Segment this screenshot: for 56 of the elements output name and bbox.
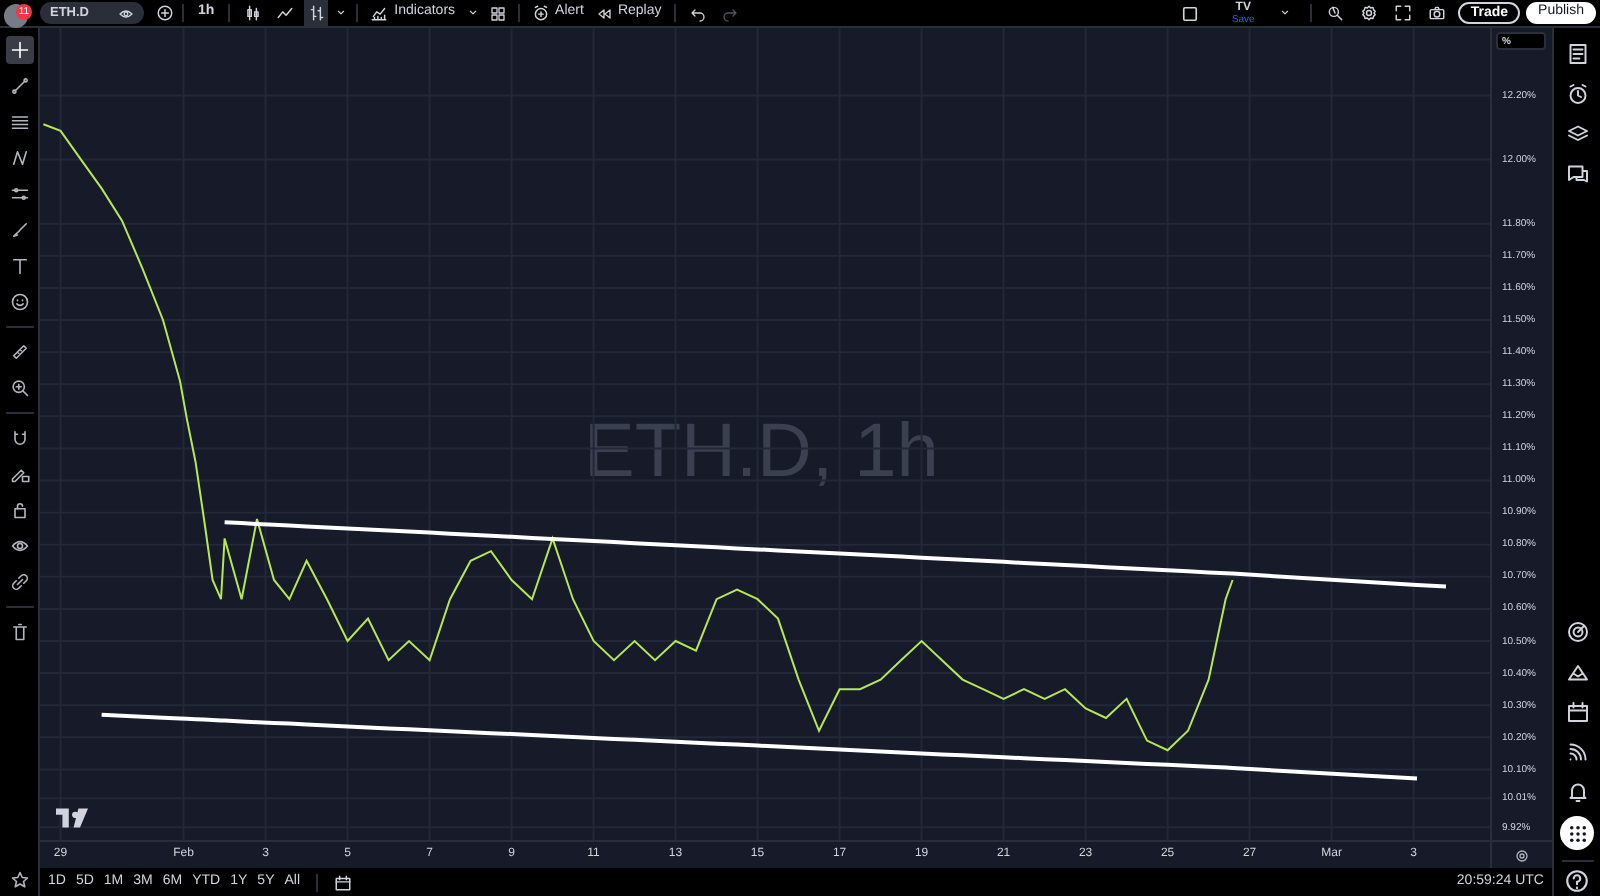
chart-type-button[interactable] [304,0,329,26]
chevron-down-icon[interactable] [1278,6,1293,20]
indicators-icon [370,4,389,22]
magnifier-icon[interactable] [1326,4,1345,22]
alarm-clock-icon [531,4,550,22]
brush-icon [9,220,29,240]
trend-line-icon [9,76,29,96]
calendar-icon[interactable] [334,873,353,891]
undo-icon[interactable] [689,5,706,21]
redo-icon[interactable] [721,5,738,21]
zigzag-icon [9,148,29,168]
fullscreen-icon[interactable] [1394,4,1413,22]
trash-icon [9,622,29,642]
add-icon [155,4,173,22]
zoom-in-icon [9,378,29,398]
link-icon [9,572,29,592]
horizontal-lines-icon [9,112,29,132]
chat-icon[interactable] [1565,162,1589,186]
bell-icon[interactable] [1565,780,1589,804]
bars-icon [307,4,326,22]
settings-icon[interactable] [1514,847,1530,863]
text-tool-icon [9,256,29,276]
logo-icon [56,808,88,828]
chevron-down-icon[interactable] [465,6,480,20]
apps-button[interactable] [1560,816,1594,850]
star-icon[interactable] [9,870,29,890]
candlestick-icon [243,4,262,22]
dots-grid-icon [1567,823,1587,843]
magnet-icon [9,428,29,448]
help-icon[interactable] [1564,868,1590,894]
signal-icon[interactable] [1565,740,1589,764]
smiley-icon [9,292,29,312]
document-icon[interactable] [1565,42,1589,66]
ruler-icon [9,342,29,362]
grid-icon[interactable] [489,5,506,21]
add-symbol-button[interactable] [152,1,176,25]
triangle-icon[interactable] [1565,660,1589,684]
calendar-icon[interactable] [1565,700,1589,724]
parallel-lines-icon [9,184,29,204]
alarm-clock-icon[interactable] [1565,82,1589,106]
target-icon[interactable] [1565,620,1589,644]
drawing-tool-button[interactable] [5,36,33,64]
settings-icon[interactable] [1360,4,1379,22]
crosshair-icon [9,40,29,60]
line-chart-icon [275,4,294,22]
pencil-lock-icon [9,464,29,484]
square-icon[interactable] [1179,3,1200,23]
trend-line[interactable] [101,712,1418,781]
eye-icon [9,536,29,556]
camera-icon[interactable] [1428,4,1447,22]
lock-icon [9,500,29,520]
rewind-icon [595,5,612,21]
trend-line[interactable] [224,520,1447,589]
eye-icon [118,5,134,21]
chevron-down-icon[interactable] [334,6,349,20]
layers-icon[interactable] [1565,122,1589,146]
